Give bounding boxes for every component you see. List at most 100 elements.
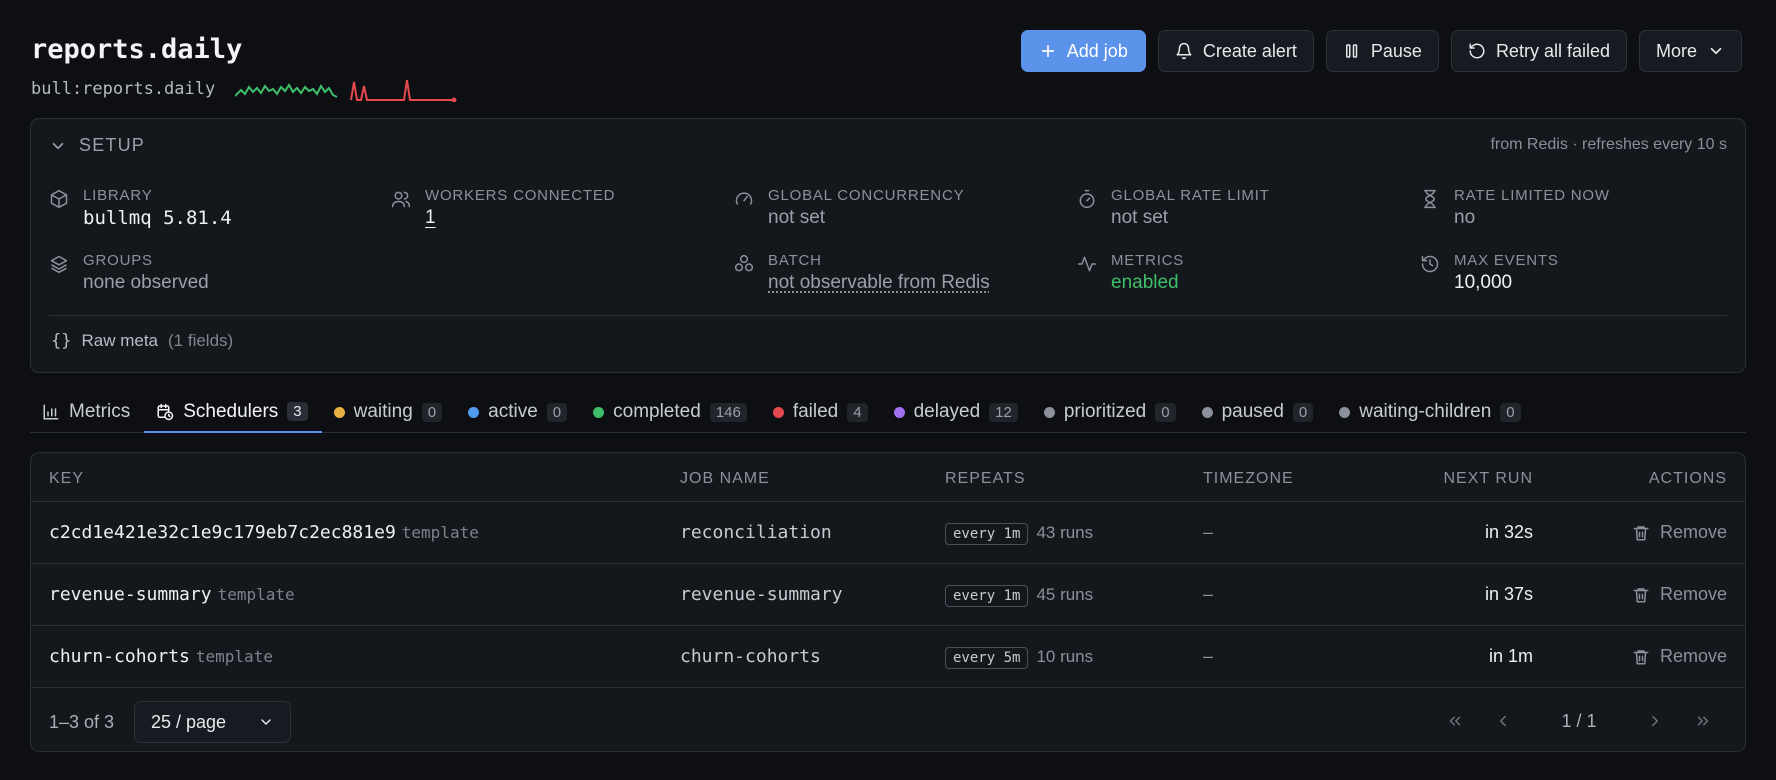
bell-icon: [1176, 42, 1192, 60]
layers-icon: [50, 255, 68, 274]
repeats: every 1m 43 runs: [945, 522, 1094, 545]
chevron-down-icon: [52, 142, 64, 149]
boxes-icon: [734, 254, 754, 272]
tab-count: 0: [1155, 402, 1176, 422]
status-dot: [1339, 406, 1351, 418]
template-tag: template: [217, 585, 295, 604]
add-job-button[interactable]: Add job: [1020, 30, 1146, 72]
pagination-range: 1–3 of 3: [49, 712, 115, 732]
pause-icon: [1345, 44, 1358, 58]
workers-link[interactable]: 1: [425, 207, 615, 229]
raw-meta-toggle[interactable]: {} Raw meta (1 fields): [51, 331, 233, 351]
prev-page-button[interactable]: [1479, 703, 1527, 739]
package-icon: [50, 189, 68, 209]
remove-button[interactable]: Remove: [1632, 646, 1727, 667]
status-dot: [1043, 406, 1055, 418]
meta-batch: BATCH not observable from Redis: [734, 252, 990, 294]
next-run: in 32s: [1484, 522, 1533, 542]
calendar-clock-icon: [157, 403, 174, 420]
repeats: every 5m 10 runs: [945, 646, 1093, 669]
table-row[interactable]: revenue-summary template revenue-summary …: [31, 564, 1745, 626]
tab-count: 0: [1500, 402, 1521, 422]
activity-icon: [1077, 256, 1097, 272]
tab-active[interactable]: active 0: [456, 392, 581, 432]
status-dot: [333, 406, 345, 418]
chevrons-right-icon: [1697, 716, 1709, 726]
chevron-right-icon: [1652, 715, 1658, 727]
more-button[interactable]: More: [1638, 30, 1742, 72]
meta-metrics: METRICS enabled: [1077, 252, 1184, 294]
scheduler-key: churn-cohorts template: [49, 646, 273, 667]
tab-metrics[interactable]: Metrics: [30, 392, 144, 432]
last-page-button[interactable]: [1679, 703, 1727, 739]
retry-all-failed-button[interactable]: Retry all failed: [1450, 30, 1627, 72]
pagination: 1 / 1: [1431, 703, 1727, 739]
column-header-next-run: NEXT RUN: [1443, 470, 1533, 487]
status-dot: [772, 406, 784, 418]
trash-icon: [1633, 525, 1649, 540]
rotate-ccw-icon: [1469, 43, 1485, 59]
chevron-down-icon: [1710, 47, 1722, 55]
first-page-button[interactable]: [1431, 703, 1479, 739]
column-header-timezone: TIMEZONE: [1203, 470, 1294, 487]
tab-failed[interactable]: failed 4: [761, 392, 882, 432]
chevron-down-icon: [261, 719, 271, 725]
meta-max-events: MAX EVENTS 10,000: [1420, 252, 1559, 294]
chevron-left-icon: [1500, 715, 1506, 727]
tab-paused[interactable]: paused 0: [1190, 392, 1328, 432]
tab-completed[interactable]: completed 146: [581, 392, 761, 432]
tab-count: 3: [287, 402, 308, 421]
chevrons-left-icon: [1449, 716, 1461, 726]
timezone: –: [1203, 584, 1214, 604]
run-count: 43 runs: [1036, 523, 1094, 542]
plus-icon: [1041, 44, 1054, 58]
state-tabs: Metrics Schedulers 3 waiting 0 active 0 …: [30, 392, 1746, 433]
status-dot: [893, 406, 905, 418]
next-run: in 1m: [1488, 646, 1533, 666]
remove-button[interactable]: Remove: [1632, 584, 1727, 605]
per-page-select[interactable]: 25 / page: [134, 701, 291, 743]
status-dot: [468, 406, 480, 418]
page-indicator: 1 / 1: [1561, 710, 1597, 731]
repeat-pill: every 5m: [945, 647, 1029, 669]
status-dot: [1201, 406, 1213, 418]
tab-count: 12: [989, 402, 1018, 422]
queue-subline: bull:reports.daily: [31, 76, 459, 102]
raw-meta-label: Raw meta: [81, 331, 159, 350]
tab-count: 146: [709, 402, 747, 422]
timezone: –: [1203, 646, 1214, 666]
history-icon: [1421, 255, 1439, 273]
tab-delayed[interactable]: delayed 12: [882, 392, 1032, 432]
setup-toggle[interactable]: SETUP: [49, 135, 145, 156]
tab-schedulers[interactable]: Schedulers 3: [144, 392, 322, 433]
create-alert-button[interactable]: Create alert: [1157, 30, 1314, 72]
status-dot: [593, 406, 605, 418]
repeats: every 1m 45 runs: [945, 584, 1094, 607]
table-row[interactable]: c2cd1e421e32c1e9c179eb7c2ec881e9 template…: [31, 502, 1745, 564]
tab-count: 0: [1292, 402, 1314, 422]
table-row[interactable]: churn-cohorts template churn-cohorts ever…: [31, 626, 1745, 688]
meta-library: LIBRARY bullmq 5.81.4: [49, 187, 232, 229]
completed-sparkline: [235, 83, 338, 98]
schedulers-table: KEY JOB NAME REPEATS TIMEZONE NEXT RUN A…: [30, 452, 1746, 752]
hourglass-icon: [1424, 189, 1436, 209]
template-tag: template: [401, 523, 479, 542]
remove-button[interactable]: Remove: [1632, 522, 1727, 543]
batch-tooltip-trigger[interactable]: not observable from Redis: [768, 272, 990, 294]
trash-icon: [1633, 587, 1649, 602]
tab-count: 0: [421, 402, 443, 422]
tab-prioritized[interactable]: prioritized 0: [1032, 392, 1190, 432]
setup-divider: [49, 315, 1727, 316]
run-count: 45 runs: [1036, 585, 1094, 604]
users-icon: [391, 191, 411, 208]
job-name: revenue-summary: [680, 584, 843, 605]
tab-waiting-children[interactable]: waiting-children 0: [1327, 392, 1534, 432]
bar-chart-icon: [43, 404, 59, 420]
tab-waiting[interactable]: waiting 0: [322, 392, 457, 432]
next-page-button[interactable]: [1631, 703, 1679, 739]
table-header: KEY JOB NAME REPEATS TIMEZONE NEXT RUN A…: [31, 453, 1745, 502]
repeat-pill: every 1m: [945, 585, 1029, 607]
raw-meta-count: (1 fields): [168, 331, 234, 350]
meta-rate-limited-now: RATE LIMITED NOW no: [1420, 187, 1610, 229]
pause-button[interactable]: Pause: [1325, 30, 1439, 72]
